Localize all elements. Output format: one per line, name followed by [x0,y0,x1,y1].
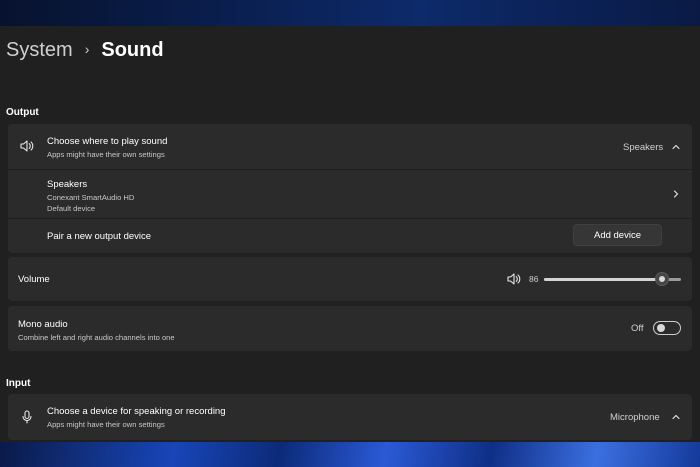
choose-input-row[interactable]: Choose a device for speaking or recordin… [8,394,692,440]
chevron-up-icon[interactable] [671,412,681,422]
volume-slider-thumb[interactable] [655,272,669,286]
speakers-device-row[interactable]: Speakers Conexant SmartAudio HD Default … [8,170,692,218]
output-device-card: Choose where to play sound Apps might ha… [8,124,692,253]
volume-slider[interactable] [544,272,681,286]
input-heading: Input [6,378,31,389]
selected-input-label: Microphone [610,412,660,423]
volume-label: Volume [18,274,50,285]
chevron-up-icon[interactable] [671,142,681,152]
breadcrumb: System › Sound [6,36,164,64]
toggle-knob [657,324,665,332]
pair-device-label: Pair a new output device [47,231,152,242]
settings-window: System › Sound Output Choose where to pl… [0,26,700,442]
mono-audio-toggle[interactable] [653,321,681,335]
selected-output-label: Speakers [623,142,664,153]
choose-output-title: Choose where to play sound [47,136,168,147]
choose-output-subtitle: Apps might have their own settings [47,150,165,159]
breadcrumb-system[interactable]: System [6,39,73,62]
device-status: Default device [47,204,96,213]
microphone-icon [18,408,36,426]
device-driver: Conexant SmartAudio HD [47,193,135,202]
volume-speaker-icon[interactable] [506,271,522,287]
choose-output-row[interactable]: Choose where to play sound Apps might ha… [8,124,692,169]
add-device-button[interactable]: Add device [573,224,662,246]
choose-input-title: Choose a device for speaking or recordin… [47,406,226,417]
desktop-wallpaper-bottom [0,440,700,467]
breadcrumb-separator: › [84,41,90,57]
pair-device-row: Pair a new output device Add device [8,219,692,253]
mono-audio-subtitle: Combine left and right audio channels in… [18,333,175,342]
device-name: Speakers [47,179,88,190]
input-device-card: Choose a device for speaking or recordin… [8,394,692,440]
volume-value: 86 [529,274,539,284]
output-heading: Output [6,107,39,118]
volume-slider-fill [544,278,662,281]
chevron-right-icon[interactable] [671,189,681,199]
mono-audio-card: Mono audio Combine left and right audio … [8,306,692,351]
page-title: Sound [101,38,164,61]
mono-audio-title: Mono audio [18,319,68,330]
choose-input-subtitle: Apps might have their own settings [47,420,165,429]
volume-card: Volume 86 [8,257,692,301]
speaker-icon [18,137,36,155]
mono-audio-state: Off [631,323,644,334]
